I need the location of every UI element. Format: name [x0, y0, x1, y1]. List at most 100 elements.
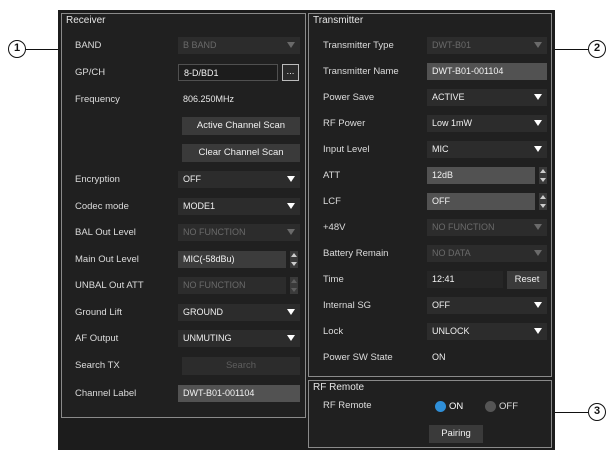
chevron-down-icon — [291, 262, 297, 266]
pairing-button[interactable]: Pairing — [429, 425, 483, 443]
input-level-row: Input Level MIC — [309, 139, 551, 161]
gpch-value: 8-D/BD1 — [184, 68, 219, 78]
power-save-label: Power Save — [323, 92, 375, 103]
chevron-down-icon — [540, 178, 546, 182]
power-save-value: ACTIVE — [432, 92, 465, 102]
receiver-panel: Receiver BAND B BAND GP/CH 8-D/BD1 ... F… — [61, 13, 306, 418]
af-output-label: AF Output — [75, 333, 119, 344]
internal-sg-select[interactable]: OFF — [427, 297, 547, 314]
input-level-select[interactable]: MIC — [427, 141, 547, 158]
unbal-out-att-value: NO FUNCTION — [183, 280, 246, 290]
transmitter-name-row: Transmitter Name DWT-B01-001104 — [309, 61, 551, 83]
chevron-down-icon — [287, 42, 295, 48]
plus48v-value: NO FUNCTION — [432, 222, 495, 232]
search-tx-button[interactable]: Search — [182, 357, 300, 375]
active-channel-scan-button[interactable]: Active Channel Scan — [182, 117, 300, 135]
gpch-row: GP/CH 8-D/BD1 ... — [62, 62, 305, 84]
main-out-level-stepper[interactable] — [290, 251, 298, 268]
transmitter-panel: Transmitter Transmitter Type DWT-B01 Tra… — [308, 13, 552, 377]
time-label: Time — [323, 274, 344, 285]
clear-channel-scan-button[interactable]: Clear Channel Scan — [182, 144, 300, 162]
rf-remote-label: RF Remote — [323, 400, 372, 411]
chevron-down-icon — [534, 224, 542, 230]
channel-label-label: Channel Label — [75, 388, 137, 399]
frequency-label: Frequency — [75, 94, 120, 105]
af-output-row: AF Output UNMUTING — [62, 328, 305, 350]
power-sw-state-label: Power SW State — [323, 352, 393, 363]
chevron-up-icon — [540, 169, 546, 173]
bal-out-level-row: BAL Out Level NO FUNCTION — [62, 222, 305, 244]
power-save-select[interactable]: ACTIVE — [427, 89, 547, 106]
unbal-out-att-stepper[interactable] — [290, 277, 298, 294]
chevron-down-icon — [534, 250, 542, 256]
chevron-up-icon — [291, 253, 297, 257]
chevron-down-icon — [540, 204, 546, 208]
lcf-field[interactable]: OFF — [427, 193, 535, 210]
lcf-row: LCF OFF — [309, 191, 551, 213]
gpch-label: GP/CH — [75, 67, 106, 78]
chevron-down-icon — [534, 146, 542, 152]
chevron-down-icon — [287, 176, 295, 182]
plus48v-select[interactable]: NO FUNCTION — [427, 219, 547, 236]
plus48v-row: +48V NO FUNCTION — [309, 217, 551, 239]
encryption-row: Encryption OFF — [62, 169, 305, 191]
transmitter-name-value: DWT-B01-001104 — [432, 66, 504, 76]
rf-remote-off-option[interactable]: OFF — [485, 401, 525, 413]
ground-lift-label: Ground Lift — [75, 307, 122, 318]
power-sw-state-value: ON — [432, 352, 446, 362]
input-level-value: MIC — [432, 144, 449, 154]
rf-power-select[interactable]: Low 1mW — [427, 115, 547, 132]
encryption-select[interactable]: OFF — [178, 171, 300, 188]
internal-sg-value: OFF — [432, 300, 450, 310]
ground-lift-select[interactable]: GROUND — [178, 304, 300, 321]
callout-1: 1 — [8, 40, 26, 58]
gpch-browse-button[interactable]: ... — [282, 64, 299, 81]
att-value: 12dB — [432, 170, 454, 180]
main-out-level-field[interactable]: MIC(-58dBu) — [178, 251, 286, 268]
main-out-level-label: Main Out Level — [75, 254, 139, 265]
transmitter-type-value: DWT-B01 — [432, 40, 472, 50]
power-sw-state-row: Power SW State ON — [309, 347, 551, 369]
main-out-level-value: MIC(-58dBu) — [183, 254, 235, 264]
battery-remain-select[interactable]: NO DATA — [427, 245, 547, 262]
rf-power-row: RF Power Low 1mW — [309, 113, 551, 135]
time-reset-button[interactable]: Reset — [507, 271, 547, 289]
att-stepper[interactable] — [539, 167, 547, 184]
callout-3: 3 — [588, 403, 606, 421]
ground-lift-value: GROUND — [183, 307, 223, 317]
band-value: B BAND — [183, 40, 217, 50]
main-out-level-row: Main Out Level MIC(-58dBu) — [62, 249, 305, 271]
plus48v-label: +48V — [323, 222, 346, 233]
unbal-out-att-field[interactable]: NO FUNCTION — [178, 277, 286, 294]
battery-remain-label: Battery Remain — [323, 248, 389, 259]
frequency-row: Frequency 806.250MHz — [62, 89, 305, 111]
chevron-down-icon — [534, 302, 542, 308]
lock-select[interactable]: UNLOCK — [427, 323, 547, 340]
rf-remote-on-option[interactable]: ON — [435, 401, 475, 413]
codec-mode-row: Codec mode MODE1 — [62, 196, 305, 218]
band-select[interactable]: B BAND — [178, 37, 300, 54]
af-output-select[interactable]: UNMUTING — [178, 330, 300, 347]
band-row: BAND B BAND — [62, 35, 305, 57]
time-field[interactable]: 12:41 — [427, 271, 503, 288]
search-tx-label: Search TX — [75, 360, 120, 371]
bal-out-level-select[interactable]: NO FUNCTION — [178, 224, 300, 241]
transmitter-type-select[interactable]: DWT-B01 — [427, 37, 547, 54]
device-settings-screen: Receiver BAND B BAND GP/CH 8-D/BD1 ... F… — [58, 10, 555, 450]
band-label: BAND — [75, 40, 102, 51]
chevron-down-icon — [287, 229, 295, 235]
battery-remain-row: Battery Remain NO DATA — [309, 243, 551, 265]
att-field[interactable]: 12dB — [427, 167, 535, 184]
transmitter-name-input[interactable]: DWT-B01-001104 — [427, 63, 547, 80]
codec-mode-select[interactable]: MODE1 — [178, 198, 300, 215]
channel-label-input[interactable]: DWT-B01-001104 — [178, 385, 300, 402]
receiver-title: Receiver — [66, 15, 106, 26]
transmitter-title: Transmitter — [313, 15, 364, 26]
unbal-out-att-row: UNBAL Out ATT NO FUNCTION — [62, 275, 305, 297]
rf-remote-off-label: OFF — [499, 401, 518, 412]
encryption-label: Encryption — [75, 174, 120, 185]
gpch-field[interactable]: 8-D/BD1 — [178, 64, 278, 81]
lcf-stepper[interactable] — [539, 193, 547, 210]
ground-lift-row: Ground Lift GROUND — [62, 302, 305, 324]
encryption-value: OFF — [183, 174, 201, 184]
